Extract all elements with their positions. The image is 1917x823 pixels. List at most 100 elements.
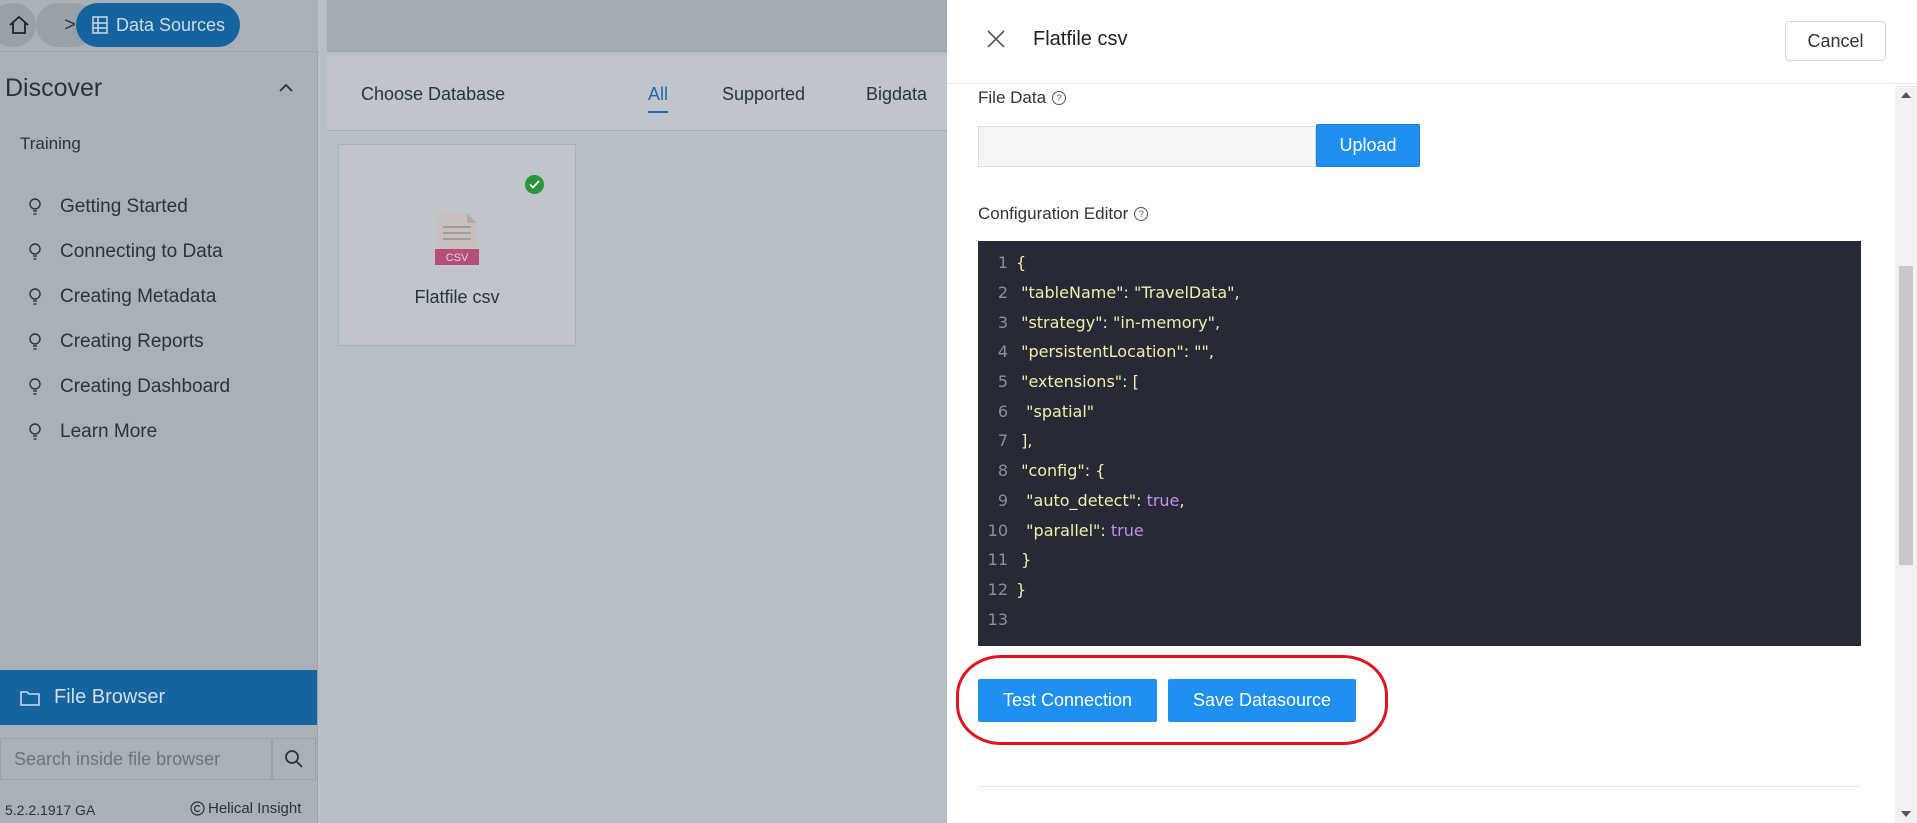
code-text: } bbox=[1016, 579, 1027, 599]
datasource-icon bbox=[92, 16, 108, 34]
version-label: 5.2.2.1917 GA bbox=[5, 802, 96, 818]
code-line: 12} bbox=[978, 575, 1861, 605]
code-line: 8 "config": { bbox=[978, 456, 1861, 486]
code-text: { bbox=[1016, 253, 1027, 273]
tab-all[interactable]: All bbox=[648, 84, 669, 113]
search-icon bbox=[285, 750, 303, 768]
help-item-learn-more[interactable]: Learn More bbox=[28, 409, 230, 454]
line-number: 2 bbox=[997, 283, 1008, 303]
help-item-label: Creating Reports bbox=[60, 330, 204, 352]
training-section-label: Training bbox=[20, 134, 81, 153]
file-data-label: File Data ? bbox=[978, 88, 1067, 108]
scroll-up-arrow-icon[interactable] bbox=[1901, 92, 1911, 98]
search-button[interactable] bbox=[272, 738, 316, 780]
home-icon bbox=[9, 15, 29, 34]
copyright-label: Helical Insight bbox=[190, 800, 301, 817]
lightbulb-icon bbox=[29, 197, 41, 215]
main-topbar bbox=[327, 0, 947, 52]
code-line: 2 "tableName": "TravelData", bbox=[978, 278, 1861, 308]
lightbulb-icon bbox=[29, 287, 41, 305]
file-browser-label: File Browser bbox=[54, 686, 166, 708]
help-item-label: Creating Metadata bbox=[60, 285, 217, 307]
file-data-input[interactable] bbox=[978, 126, 1316, 167]
choose-database-label: Choose Database bbox=[361, 84, 506, 104]
code-line: 4 "persistentLocation": "", bbox=[978, 337, 1861, 367]
csv-file-icon: CSV bbox=[435, 213, 479, 265]
code-text: "config": { bbox=[1016, 461, 1106, 481]
datasource-card-flatfile-csv[interactable]: CSV Flatfile csv bbox=[338, 144, 576, 346]
cancel-button[interactable]: Cancel bbox=[1785, 21, 1886, 61]
code-line: 9 "auto_detect": true, bbox=[978, 486, 1861, 516]
line-number: 12 bbox=[987, 579, 1008, 599]
help-item-creating-metadata[interactable]: Creating Metadata bbox=[28, 274, 230, 319]
scroll-thumb[interactable] bbox=[1899, 266, 1913, 565]
code-line: 10 "parallel": true bbox=[978, 515, 1861, 545]
code-text: } bbox=[1016, 550, 1032, 570]
help-icon[interactable]: ? bbox=[1052, 91, 1067, 105]
line-number: 9 bbox=[997, 490, 1008, 510]
code-line: 11 } bbox=[978, 545, 1861, 575]
line-number: 3 bbox=[997, 312, 1008, 332]
drawer-title: Flatfile csv bbox=[1033, 28, 1128, 50]
scrollbar[interactable] bbox=[1895, 86, 1917, 823]
file-data-text: File Data bbox=[978, 88, 1047, 107]
datasource-drawer: Flatfile csv Cancel File Data ? Upload C… bbox=[947, 0, 1917, 823]
close-icon[interactable] bbox=[987, 30, 1005, 48]
lightbulb-icon bbox=[29, 332, 41, 350]
tab-bigdata[interactable]: Bigdata bbox=[866, 84, 927, 105]
code-line: 3 "strategy": "in-memory", bbox=[978, 307, 1861, 337]
lightbulb-icon bbox=[29, 242, 41, 260]
copyright-text: Helical Insight bbox=[208, 800, 302, 817]
chevron-right-icon: > bbox=[64, 13, 76, 36]
code-text: "extensions": [ bbox=[1016, 372, 1139, 392]
code-line: 13 bbox=[978, 604, 1861, 634]
line-number: 5 bbox=[997, 372, 1008, 392]
code-line: 1{ bbox=[978, 248, 1861, 278]
datasource-card-label: Flatfile csv bbox=[414, 287, 500, 307]
code-line: 5 "extensions": [ bbox=[978, 367, 1861, 397]
help-item-label: Getting Started bbox=[60, 195, 188, 217]
chevron-up-icon[interactable] bbox=[278, 80, 294, 96]
line-number: 4 bbox=[997, 342, 1008, 362]
code-text: "auto_detect": true, bbox=[1016, 490, 1185, 510]
lightbulb-icon bbox=[29, 422, 41, 440]
save-datasource-button[interactable]: Save Datasource bbox=[1168, 679, 1356, 722]
line-number: 1 bbox=[997, 253, 1008, 273]
code-line: 7 ], bbox=[978, 426, 1861, 456]
breadcrumb: > Data Sources bbox=[0, 0, 318, 52]
test-connection-button[interactable]: Test Connection bbox=[978, 679, 1157, 722]
search-placeholder: Search inside file browser bbox=[14, 748, 221, 769]
scroll-down-arrow-icon[interactable] bbox=[1901, 811, 1911, 817]
help-item-creating-dashboard[interactable]: Creating Dashboard bbox=[28, 364, 230, 409]
selected-check-icon bbox=[525, 175, 544, 194]
upload-button[interactable]: Upload bbox=[1316, 124, 1420, 167]
breadcrumb-home[interactable] bbox=[0, 3, 36, 47]
configuration-editor-text: Configuration Editor bbox=[978, 204, 1129, 223]
file-browser-header[interactable]: File Browser bbox=[0, 670, 317, 725]
breadcrumb-label: Data Sources bbox=[116, 14, 226, 35]
background-app: > Data Sources Discover Training Getting… bbox=[0, 0, 947, 823]
help-item-label: Connecting to Data bbox=[60, 240, 223, 262]
help-icon[interactable]: ? bbox=[1134, 207, 1149, 221]
line-number: 6 bbox=[997, 401, 1008, 421]
code-text: "tableName": "TravelData", bbox=[1016, 283, 1240, 303]
code-text: "parallel": true bbox=[1016, 520, 1144, 540]
tab-supported[interactable]: Supported bbox=[722, 84, 805, 105]
help-item-getting-started[interactable]: Getting Started bbox=[28, 184, 230, 229]
lightbulb-icon bbox=[29, 377, 41, 395]
configuration-editor-label: Configuration Editor ? bbox=[978, 204, 1149, 224]
file-browser-search-input[interactable]: Search inside file browser bbox=[0, 738, 272, 780]
line-number: 13 bbox=[987, 609, 1008, 629]
line-number: 11 bbox=[987, 550, 1008, 570]
divider bbox=[978, 786, 1861, 787]
drawer-header: Flatfile csv Cancel bbox=[947, 0, 1917, 84]
help-item-creating-reports[interactable]: Creating Reports bbox=[28, 319, 230, 364]
code-text: "spatial" bbox=[1016, 401, 1095, 421]
help-list: Getting Started Connecting to Data Creat… bbox=[28, 184, 230, 454]
help-item-connecting-to-data[interactable]: Connecting to Data bbox=[28, 229, 230, 274]
code-line: 6 "spatial" bbox=[978, 396, 1861, 426]
configuration-code-editor[interactable]: 1{2 "tableName": "TravelData", 3 "strateg… bbox=[978, 241, 1861, 646]
code-text: ], bbox=[1016, 431, 1033, 451]
breadcrumb-data-sources[interactable]: Data Sources bbox=[76, 3, 240, 47]
line-number: 7 bbox=[997, 431, 1008, 451]
